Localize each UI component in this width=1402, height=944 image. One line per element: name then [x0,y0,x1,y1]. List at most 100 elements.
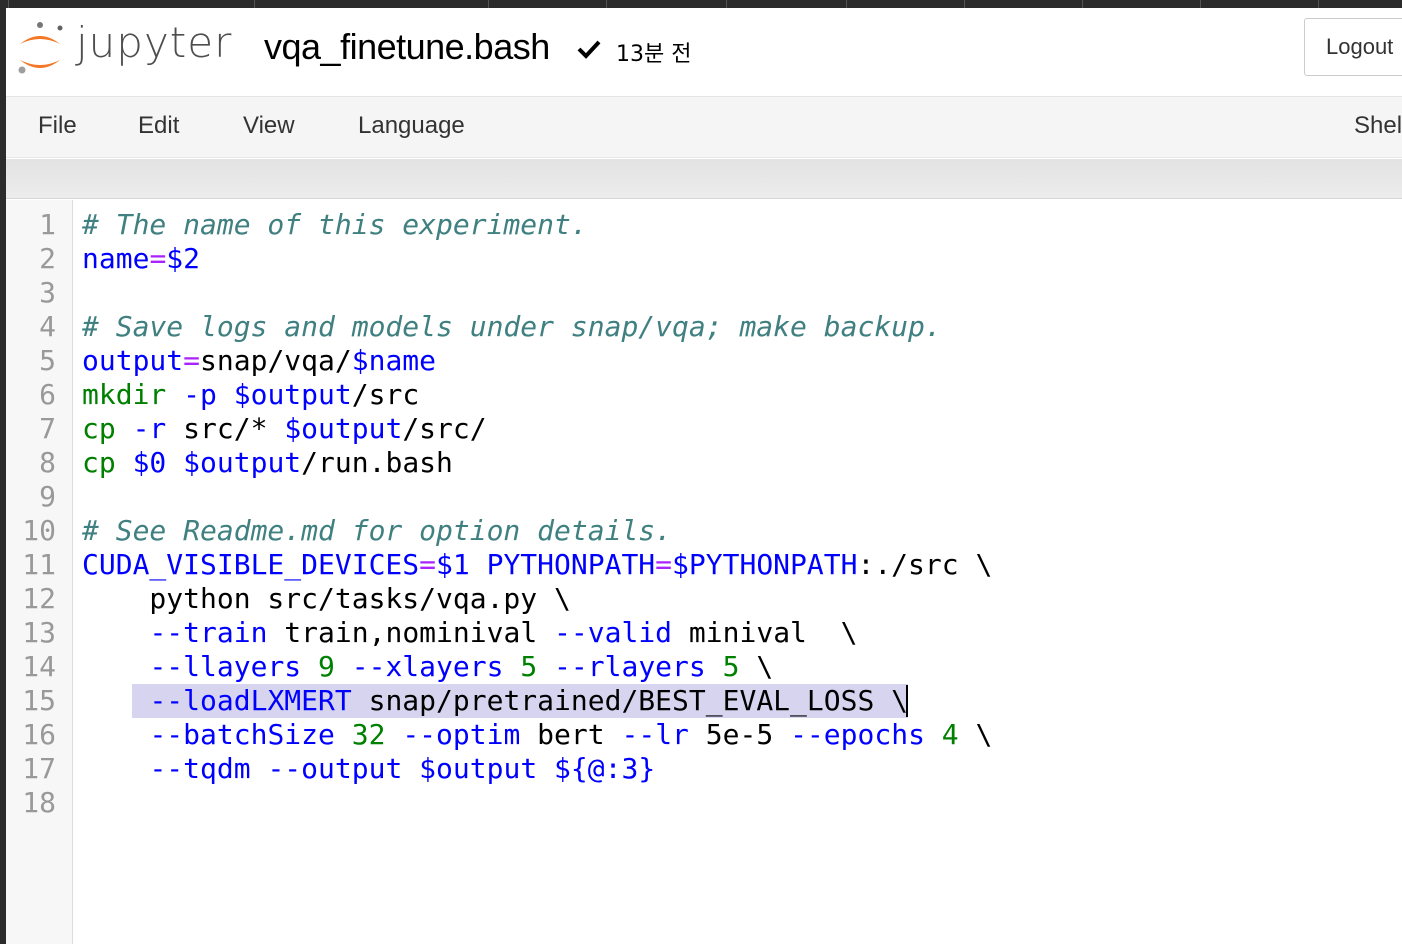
code-token: PYTHONPATH [486,548,656,581]
code-line[interactable]: 16 --batchSize 32 --optim bert --lr 5e-5… [6,718,1402,752]
code-token: 5 [722,650,740,683]
line-code: # Save logs and models under snap/vqa; m… [82,310,942,344]
code-line[interactable]: 2 name=$2 [6,242,1402,276]
code-line[interactable]: 17 --tqdm --output $output ${@:3} [6,752,1402,786]
code-token: = [183,344,201,377]
code-line[interactable]: 13 --train train,nominival --valid miniv… [6,616,1402,650]
code-token: --xlayers [351,650,504,683]
code-line[interactable]: 14 --llayers 9 --xlayers 5 --rlayers 5 \ [6,650,1402,684]
line-number: 12 [22,582,56,615]
line-number: 4 [39,310,56,343]
code-line[interactable]: 11 CUDA_VISIBLE_DEVICES=$1 PYTHONPATH=$PY… [6,548,1402,582]
code-token: --output [267,752,403,785]
code-token: --batchSize [149,718,335,751]
code-token: = [149,242,167,275]
code-line[interactable]: 12 python src/tasks/vqa.py \ [6,582,1402,616]
code-line[interactable]: 9 [6,480,1402,514]
code-token: --epochs [790,718,925,751]
code-line[interactable]: 5 output=snap/vqa/$name [6,344,1402,378]
code-line[interactable]: 10 # See Readme.md for option details. [6,514,1402,548]
code-token: output [82,344,184,377]
code-token: $output [183,446,302,479]
code-token: src/* [166,412,285,445]
checkmark-icon [577,40,601,59]
code-token: minival \ [672,616,858,649]
menu-view[interactable]: View [243,112,295,140]
code-token: :./src \ [857,548,993,581]
toolbar-band [6,159,1402,199]
menu-edit[interactable]: Edit [138,112,179,140]
line-number: 3 [39,276,56,309]
menu-file[interactable]: File [38,112,77,140]
code-token: --optim [402,718,521,751]
line-code: --batchSize 32 --optim bert --lr 5e-5 --… [82,718,992,752]
line-code: # The name of this experiment. [82,208,588,242]
code-line[interactable]: 18 [6,786,1402,820]
line-number: 15 [22,684,56,717]
line-number: 11 [22,548,56,581]
browser-tab-separator [1200,0,1201,8]
code-token: --valid [554,616,673,649]
jupyter-logo-icon[interactable] [14,20,74,80]
code-token: bert [520,718,622,751]
code-token: mkdir [82,378,167,411]
code-token: CUDA_VISIBLE_DEVICES [82,548,420,581]
code-token: python src/tasks/vqa.py \ [82,582,571,615]
code-lines[interactable]: 1 # The name of this experiment. 2 name=$2 3… [6,208,1402,820]
code-token: $name [351,344,437,377]
code-token: # See Readme.md for option details. [82,514,673,547]
header: jupyter vqa_finetune.bash 13분 전 Logout [6,8,1402,96]
line-code: python src/tasks/vqa.py \ [82,582,571,616]
code-token: /src/ [402,412,487,445]
code-token: --loadLXMERT [149,684,352,717]
code-line[interactable]: 6 mkdir -p $output/src [6,378,1402,412]
code-token: # Save logs and models under snap/vqa; m… [82,310,942,343]
notebook-name[interactable]: vqa_finetune.bash [264,26,550,68]
browser-tab-separator [8,0,9,8]
line-code: # See Readme.md for option details. [82,514,672,548]
line-number: 7 [39,412,56,445]
kernel-shell-label: Shel [1354,112,1402,139]
browser-tab-separator [254,0,255,8]
code-line[interactable]: 4 # Save logs and models under snap/vqa; … [6,310,1402,344]
code-line[interactable]: 15 --loadLXMERT snap/pretrained/BEST_EVA… [6,684,1402,718]
code-token: cp [82,446,116,479]
code-editor[interactable]: 1 # The name of this experiment. 2 name=$2 3… [6,200,1402,944]
logout-button[interactable]: Logout [1304,18,1402,76]
browser-tab-separator [964,0,965,8]
menu-language[interactable]: Language [358,112,465,140]
code-token: snap/pretrained/BEST_EVAL_LOSS \ [351,684,909,717]
code-token: $output [419,752,538,785]
line-number: 9 [39,480,56,513]
code-token: \ [958,718,993,751]
code-token: 32 [351,718,386,751]
line-number: 18 [22,786,56,819]
code-token: --tqdm [149,752,251,785]
code-line[interactable]: 3 [6,276,1402,310]
line-number: 10 [22,514,56,547]
line-number: 5 [39,344,56,377]
code-line[interactable]: 8 cp $0 $output/run.bash [6,446,1402,480]
line-code: --loadLXMERT snap/pretrained/BEST_EVAL_L… [82,684,908,718]
code-token: 5 [520,650,538,683]
code-token: $1 [436,548,470,581]
code-token: snap/vqa/ [200,344,352,377]
line-code: cp -r src/* $output/src/ [82,412,487,446]
code-line[interactable]: 7 cp -r src/* $output/src/ [6,412,1402,446]
line-number: 17 [22,752,56,785]
code-line[interactable]: 1 # The name of this experiment. [6,208,1402,242]
line-code: mkdir -p $output/src [82,378,419,412]
code-token: cp [82,412,116,445]
